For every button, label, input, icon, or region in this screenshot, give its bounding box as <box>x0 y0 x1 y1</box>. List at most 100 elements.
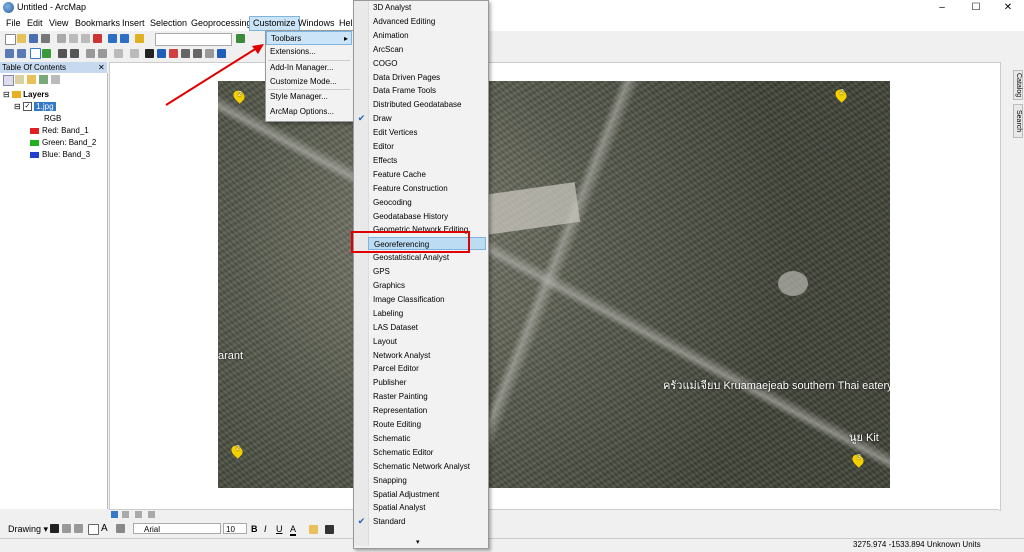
list-by-selection-icon[interactable] <box>39 75 48 84</box>
toolbar-item-las-dataset[interactable]: LAS Dataset <box>368 321 486 334</box>
line-color-icon[interactable] <box>325 525 334 534</box>
toolbar-item-spatial-adjustment[interactable]: Spatial Adjustment <box>368 488 486 501</box>
bold-button[interactable]: B <box>251 524 258 534</box>
toc-close-icon[interactable]: ✕ <box>98 62 105 73</box>
font-name-select[interactable]: Arial <box>133 523 221 534</box>
fill-color-icon[interactable] <box>309 525 318 534</box>
clear-selection-icon[interactable] <box>130 49 139 58</box>
toolbar-item-graphics[interactable]: Graphics <box>368 279 486 292</box>
font-color-button[interactable]: A <box>290 524 297 536</box>
select-elements-icon[interactable] <box>50 524 59 533</box>
zoom-out-icon[interactable] <box>17 49 26 58</box>
extensions-menu-item[interactable]: Extensions... <box>266 45 352 59</box>
toolbar-item-geodatabase-history[interactable]: Geodatabase History <box>368 210 486 223</box>
new-document-icon[interactable] <box>5 34 16 45</box>
toolbar-item-schematic-editor[interactable]: Schematic Editor <box>368 446 486 459</box>
drawing-menu[interactable]: Drawing ▾ <box>8 524 48 535</box>
toolbar-item-feature-construction[interactable]: Feature Construction <box>368 182 486 195</box>
toolbar-item-arcscan[interactable]: ArcScan <box>368 43 486 56</box>
toolbar-item-gps[interactable]: GPS <box>368 265 486 278</box>
text-tool-icon[interactable]: A <box>101 523 108 534</box>
add-data-icon[interactable] <box>135 34 144 43</box>
font-size-select[interactable]: 10 <box>223 523 247 534</box>
toolbar-item-spatial-analyst[interactable]: Spatial Analyst <box>368 501 486 514</box>
edit-vertices-icon[interactable] <box>116 524 125 533</box>
rectangle-icon[interactable] <box>88 524 99 535</box>
toolbar-item-route-editing[interactable]: Route Editing <box>368 418 486 431</box>
toolbar-item-parcel-editor[interactable]: Parcel Editor <box>368 362 486 375</box>
print-icon[interactable] <box>41 34 50 43</box>
open-folder-icon[interactable] <box>17 34 26 43</box>
forward-extent-icon[interactable] <box>98 49 107 58</box>
layer-name[interactable]: 1.jpg <box>34 102 56 111</box>
toolbar-item-network-analyst[interactable]: Network Analyst <box>368 349 486 362</box>
toolbar-item-effects[interactable]: Effects <box>368 154 486 167</box>
menu-file[interactable]: File <box>3 17 24 30</box>
menu-edit[interactable]: Edit <box>24 17 46 30</box>
menu-customize[interactable]: Customize <box>249 16 300 31</box>
toolbar-item-layout[interactable]: Layout <box>368 335 486 348</box>
full-extent-icon[interactable] <box>42 49 51 58</box>
toolbar-item-geocoding[interactable]: Geocoding <box>368 196 486 209</box>
toolbar-item-animation[interactable]: Animation <box>368 29 486 42</box>
toolbar-item-raster-painting[interactable]: Raster Painting <box>368 390 486 403</box>
toc-options-icon[interactable] <box>51 75 60 84</box>
select-features-icon[interactable] <box>114 49 123 58</box>
cut-icon[interactable] <box>57 34 66 43</box>
toolbar-item-schematic[interactable]: Schematic <box>368 432 486 445</box>
layout-view-icon[interactable] <box>122 511 129 518</box>
toolbar-item-representation[interactable]: Representation <box>368 404 486 417</box>
style-manager-menu-item[interactable]: Style Manager... <box>266 90 352 104</box>
undo-icon[interactable] <box>108 34 117 43</box>
pause-drawing-icon[interactable] <box>148 511 155 518</box>
toolbar-item-advanced-editing[interactable]: Advanced Editing <box>368 15 486 28</box>
menu-windows[interactable]: Windows <box>295 17 338 30</box>
toolbar-item-data-driven-pages[interactable]: Data Driven Pages <box>368 71 486 84</box>
back-extent-icon[interactable] <box>86 49 95 58</box>
underline-button[interactable]: U <box>276 524 283 534</box>
toolbar-item-cogo[interactable]: COGO <box>368 57 486 70</box>
toolbar-item-editor[interactable]: Editor <box>368 140 486 153</box>
rotate-icon[interactable] <box>62 524 71 533</box>
layer-visibility-checkbox[interactable]: ✓ <box>22 102 32 112</box>
zoom-whole-page-icon[interactable] <box>74 524 83 533</box>
pan-icon[interactable] <box>30 48 41 59</box>
copy-icon[interactable] <box>69 34 78 43</box>
layers-collapse-icon[interactable]: ⊟ <box>3 90 10 99</box>
toolbar-item-draw[interactable]: Draw <box>368 112 486 125</box>
toolbar-item-publisher[interactable]: Publisher <box>368 376 486 389</box>
catalog-tab[interactable]: Catalog <box>1013 70 1023 100</box>
delete-icon[interactable] <box>93 34 102 43</box>
satellite-raster[interactable]: 2 2 2 3 arant ครัวแม่เจียบ Kruamaejeab s… <box>218 81 890 488</box>
layer-collapse-icon[interactable]: ⊟ <box>14 102 21 111</box>
menu-insert[interactable]: Insert <box>119 17 148 30</box>
menu-bookmarks[interactable]: Bookmarks <box>72 17 123 30</box>
redo-icon[interactable] <box>120 34 129 43</box>
list-by-drawing-order-icon[interactable] <box>3 75 14 86</box>
search-tab[interactable]: Search <box>1013 104 1023 138</box>
zoom-in-icon[interactable] <box>5 49 14 58</box>
toolbar-item-labeling[interactable]: Labeling <box>368 307 486 320</box>
save-icon[interactable] <box>29 34 38 43</box>
menu-geoprocessing[interactable]: Geoprocessing <box>188 17 255 30</box>
toolbar-item-standard[interactable]: Standard <box>368 515 486 528</box>
menu-selection[interactable]: Selection <box>147 17 190 30</box>
toolbar-item-feature-cache[interactable]: Feature Cache <box>368 168 486 181</box>
data-view-icon[interactable] <box>111 511 118 518</box>
refresh-icon[interactable] <box>135 511 142 518</box>
toolbars-menu-item[interactable]: Toolbars ▸ <box>266 31 352 45</box>
toolbar-item-3d-analyst[interactable]: 3D Analyst <box>368 1 486 14</box>
toolbar-item-distributed-geodatabase[interactable]: Distributed Geodatabase <box>368 98 486 111</box>
add-in-manager-menu-item[interactable]: Add-In Manager... <box>266 61 352 75</box>
fixed-zoom-in-icon[interactable] <box>58 49 67 58</box>
close-button[interactable]: ✕ <box>992 0 1024 16</box>
submenu-scroll-down-icon[interactable]: ▾ <box>416 538 420 546</box>
menu-view[interactable]: View <box>46 17 71 30</box>
toolbar-item-snapping[interactable]: Snapping <box>368 474 486 487</box>
toolbar-item-edit-vertices[interactable]: Edit Vertices <box>368 126 486 139</box>
list-by-visibility-icon[interactable] <box>27 75 36 84</box>
paste-icon[interactable] <box>81 34 90 43</box>
select-elements-icon[interactable] <box>145 49 154 58</box>
customize-mode-menu-item[interactable]: Customize Mode... <box>266 75 352 89</box>
minimize-button[interactable]: – <box>926 0 958 16</box>
